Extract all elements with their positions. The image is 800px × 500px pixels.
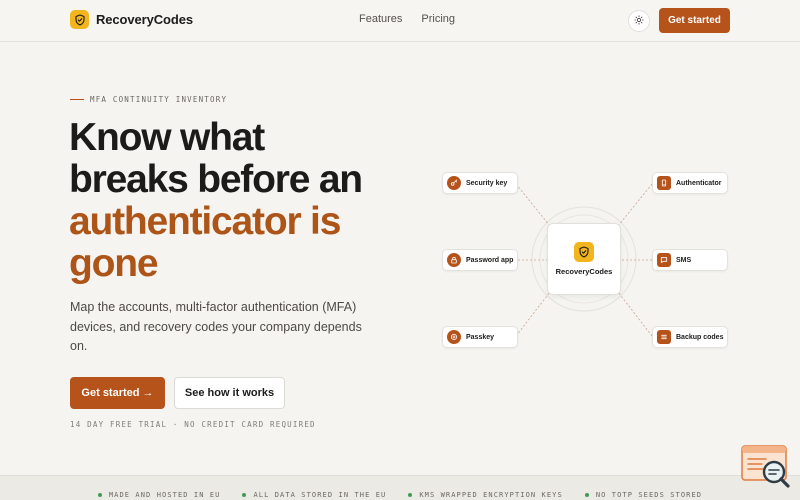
diagram-node-password-app: Password app	[442, 249, 518, 271]
eyebrow-text: MFA CONTINUITY INVENTORY	[90, 95, 228, 104]
headline-line-1: Know what	[69, 116, 265, 159]
fingerprint-icon	[447, 330, 461, 344]
hero-headline: Know what breaks before an authenticator…	[69, 117, 399, 285]
headline-line-2: breaks before an	[69, 158, 363, 201]
trust-item: KMS WRAPPED ENCRYPTION KEYS	[408, 491, 563, 499]
trust-strip: MADE AND HOSTED IN EU ALL DATA STORED IN…	[0, 475, 800, 500]
get-started-button[interactable]: Get started →	[70, 377, 165, 409]
hub-label: RecoveryCodes	[555, 267, 613, 276]
magnifier-document-icon	[741, 445, 790, 488]
status-dot	[584, 493, 589, 497]
status-dot	[97, 493, 102, 497]
get-started-nav-button[interactable]: Get started	[659, 8, 730, 33]
shield-check-icon	[70, 10, 89, 29]
status-dot	[242, 493, 247, 497]
sun-icon	[634, 12, 644, 30]
list-icon	[657, 330, 671, 344]
status-dot	[408, 493, 413, 497]
diagram-node-authenticator: Authenticator	[652, 172, 728, 194]
theme-toggle-button[interactable]	[628, 10, 650, 32]
diagram-hub: RecoveryCodes	[547, 223, 621, 295]
node-label: Backup codes	[676, 333, 724, 341]
see-how-it-works-button[interactable]: See how it works	[174, 377, 285, 409]
connector-passkey	[515, 291, 551, 337]
corner-search-widget-icon[interactable]	[740, 444, 792, 490]
top-navbar: RecoveryCodes Features Pricing Get start…	[0, 0, 800, 42]
trust-item-label: MADE AND HOSTED IN EU	[108, 491, 221, 499]
shield-check-icon	[574, 242, 594, 262]
trust-item-label: ALL DATA STORED IN THE EU	[253, 491, 387, 499]
lock-icon	[447, 253, 461, 267]
nav-link-pricing[interactable]: Pricing	[421, 13, 455, 25]
trial-note: 14 DAY FREE TRIAL · NO CREDIT CARD REQUI…	[70, 420, 316, 429]
hero-subtitle: Map the accounts, multi-factor authentic…	[70, 300, 362, 353]
diagram-node-sms: SMS	[652, 249, 728, 271]
brand-logo[interactable]: RecoveryCodes	[70, 10, 193, 29]
connector-security-key	[515, 183, 551, 227]
eyebrow-divider	[70, 99, 84, 100]
node-label: SMS	[676, 256, 692, 264]
hero-eyebrow: MFA CONTINUITY INVENTORY	[70, 95, 227, 104]
nav-link-features[interactable]: Features	[359, 13, 402, 25]
trust-item: NO TOTP SEEDS STORED	[584, 491, 703, 499]
diagram-node-security-key: Security key	[442, 172, 518, 194]
trust-item-label: KMS WRAPPED ENCRYPTION KEYS	[419, 491, 563, 499]
connector-backup-codes	[617, 291, 653, 337]
trust-item: MADE AND HOSTED IN EU	[97, 491, 221, 499]
node-label: Security key	[466, 179, 508, 187]
nav-links: Features Pricing	[359, 13, 455, 25]
mfa-diagram: Security key Password app Passkey Authen…	[430, 160, 740, 360]
trust-item: ALL DATA STORED IN THE EU	[242, 491, 386, 499]
connector-authenticator	[617, 183, 653, 227]
node-label: Passkey	[466, 333, 495, 341]
phone-icon	[657, 176, 671, 190]
node-label: Authenticator	[676, 179, 722, 187]
key-icon	[447, 176, 461, 190]
node-label: Password app	[466, 256, 514, 264]
brand-name: RecoveryCodes	[96, 12, 193, 27]
message-icon	[657, 253, 671, 267]
headline-accent: authenticator is gone	[69, 200, 341, 285]
trust-item-label: NO TOTP SEEDS STORED	[595, 491, 703, 499]
diagram-node-backup-codes: Backup codes	[652, 326, 728, 348]
diagram-node-passkey: Passkey	[442, 326, 518, 348]
